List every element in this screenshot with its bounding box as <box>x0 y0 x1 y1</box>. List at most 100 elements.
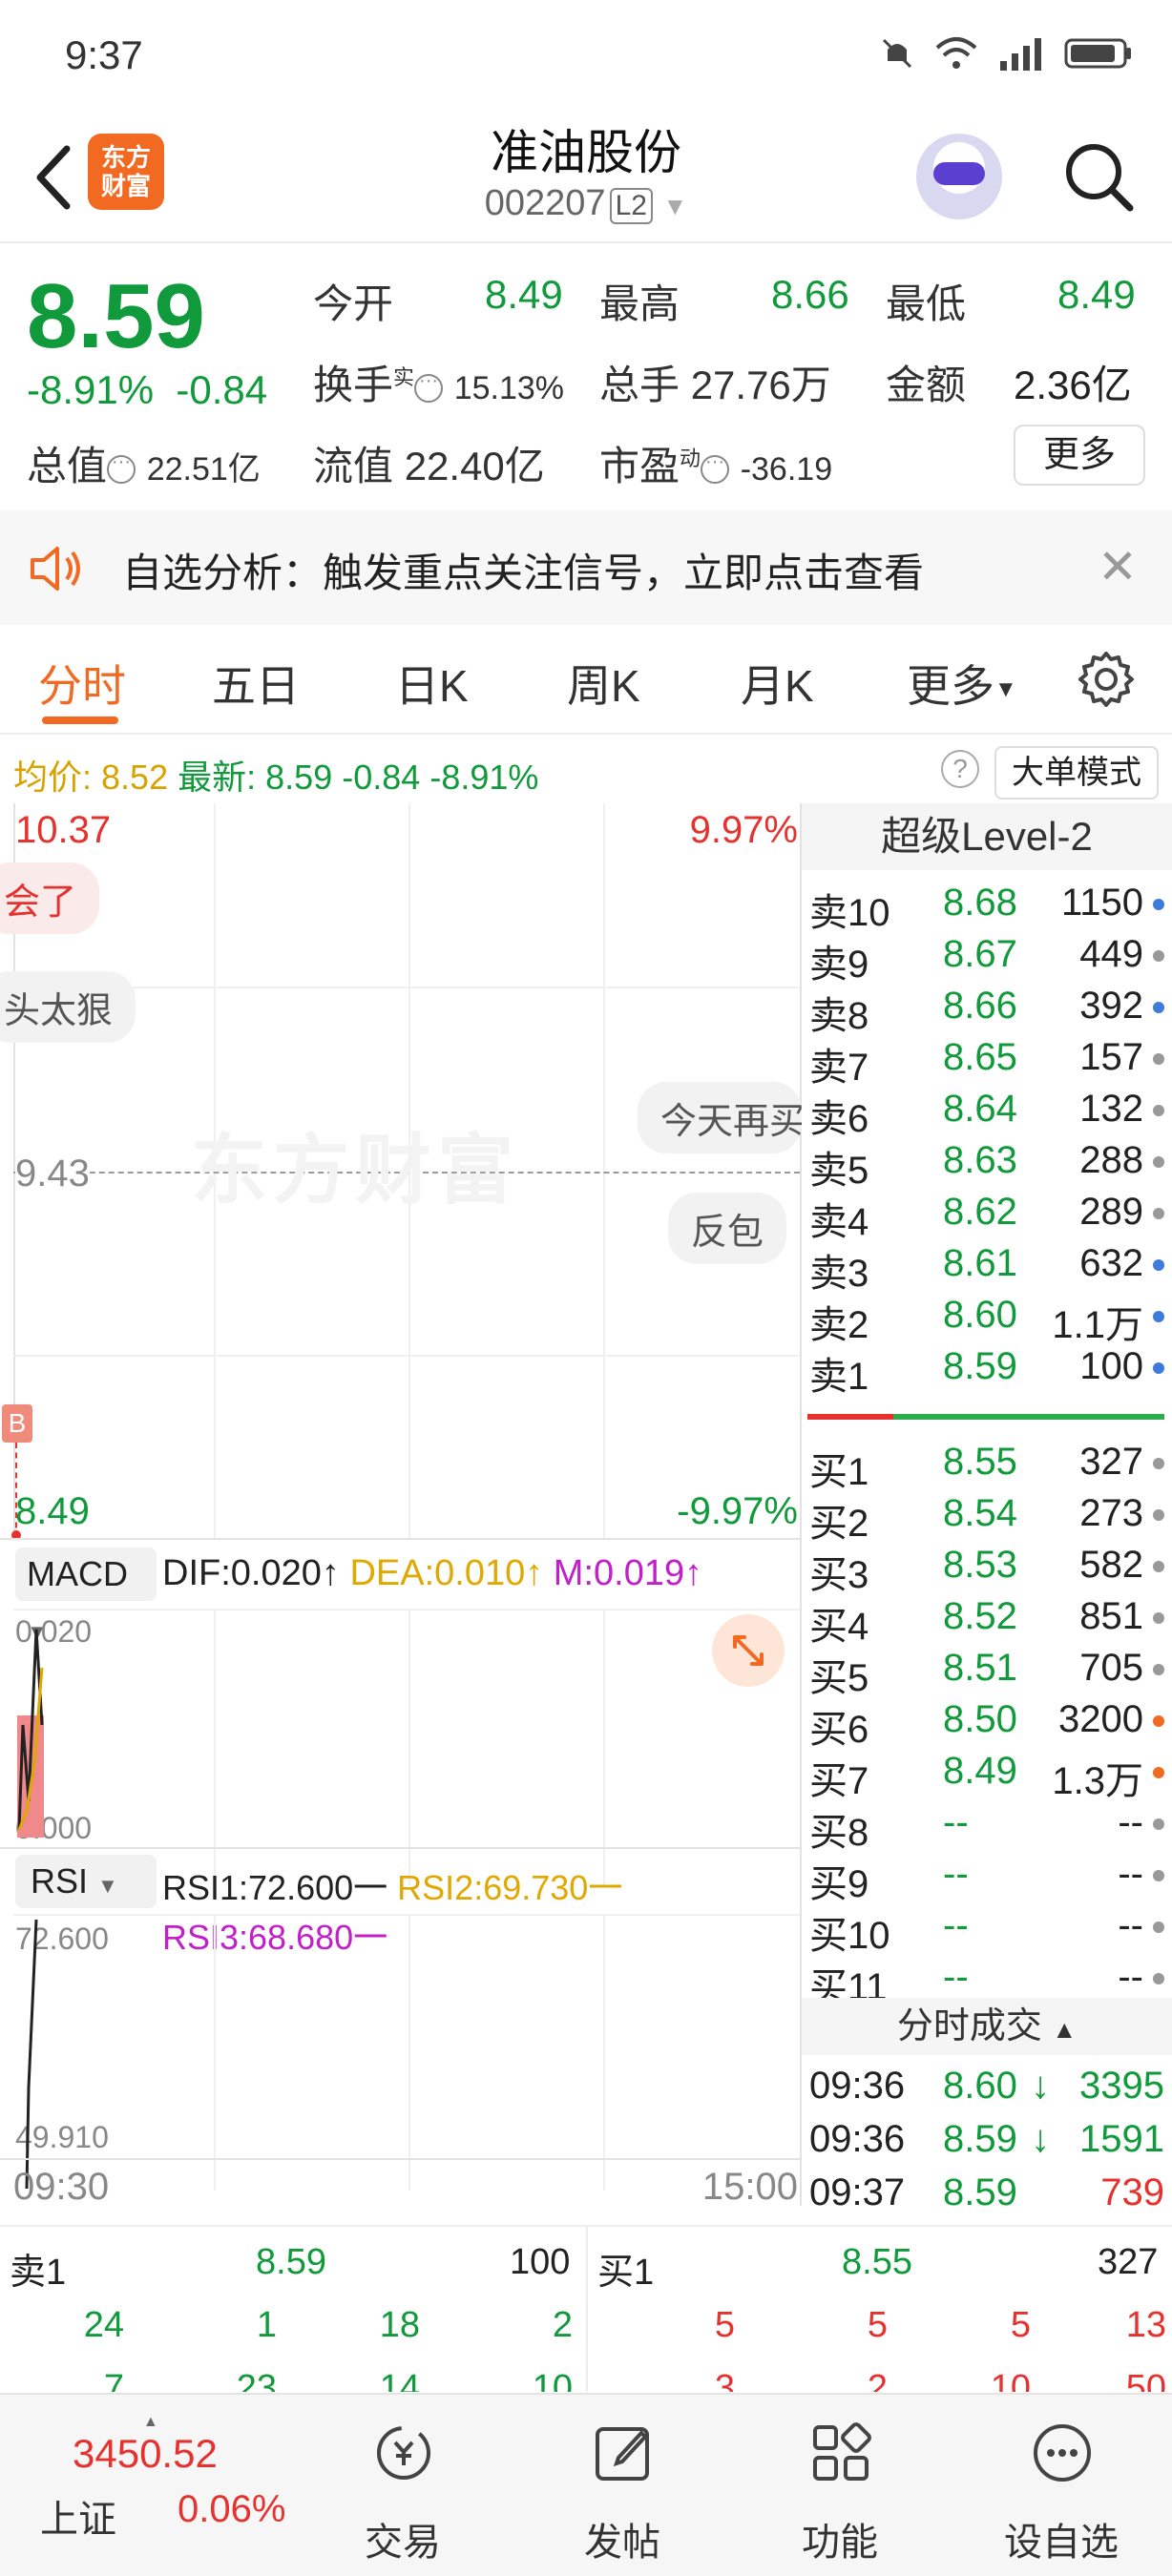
order-dot-icon <box>1153 1818 1164 1830</box>
level-price: 8.68 <box>943 882 1017 924</box>
bid-row[interactable]: 买6 8.50 3200 <box>809 1698 1164 1751</box>
level-price: -- <box>943 1801 969 1843</box>
turnover-item: 换手实 15.13% <box>313 353 564 411</box>
quote-panel: 8.59 -8.91% -0.84 总值 22.51亿 今开 8.49 最高 8… <box>0 243 1172 510</box>
depth-order-count: 10 <box>990 2368 1031 2392</box>
level-volume: 1.3万 <box>1052 1760 1143 1802</box>
dropdown-triangle-icon: ▼ <box>994 675 1017 702</box>
depth-order-count: 23 <box>236 2368 277 2392</box>
tab-five-day[interactable]: 五日 <box>212 652 300 715</box>
more-button[interactable]: 更多 <box>1014 425 1145 486</box>
ask-row[interactable]: 卖4 8.62 289 <box>809 1191 1164 1243</box>
status-time: 9:37 <box>65 32 143 77</box>
bid-row[interactable]: 买9 -- -- <box>809 1853 1164 1905</box>
y-axis-mid: 9.43 <box>15 1153 90 1195</box>
y-axis-top: 10.37 <box>15 809 112 851</box>
comment-bubble[interactable]: 反包 <box>668 1193 787 1264</box>
close-icon[interactable]: ✕ <box>1098 539 1138 594</box>
tab-daily-k[interactable]: 日K <box>395 652 469 715</box>
gear-icon[interactable] <box>1077 650 1136 709</box>
trade-row: 09:37 8.59 739 <box>809 2171 1164 2223</box>
depth-order-count: 18 <box>379 2305 420 2345</box>
comment-bubble[interactable]: 会了 <box>0 862 100 934</box>
big-order-mode-button[interactable]: 大单模式 <box>994 746 1159 800</box>
ask-row[interactable]: 卖5 8.63 288 <box>809 1139 1164 1192</box>
level-price: 8.65 <box>943 1036 1017 1078</box>
tab-weekly-k[interactable]: 周K <box>567 652 640 715</box>
analysis-banner[interactable]: 自选分析：触发重点关注信号，立即点击查看 ✕ <box>0 510 1172 625</box>
info-dots-icon[interactable] <box>107 451 136 484</box>
dropdown-triangle-icon: ▼ <box>97 1874 118 1898</box>
bid-row[interactable]: 买2 8.54 273 <box>809 1492 1164 1545</box>
rsi2-value: RSI2:69.730一 <box>397 1868 623 1907</box>
ask-row[interactable]: 卖3 8.61 632 <box>809 1242 1164 1295</box>
search-icon[interactable] <box>1059 137 1136 214</box>
bid-row[interactable]: 买3 8.53 582 <box>809 1544 1164 1596</box>
info-dots-icon[interactable] <box>414 370 444 403</box>
bid-row[interactable]: 买1 8.55 327 <box>809 1441 1164 1493</box>
rsi3-value: RSI3:68.680一 <box>162 1918 388 1957</box>
triangle-up-icon: ▲ <box>1052 2015 1078 2044</box>
low-label: 最低 <box>886 281 967 326</box>
level-price: 8.61 <box>943 1242 1017 1284</box>
amount-value: 2.36亿 <box>1014 363 1132 407</box>
depth-order-count: 2 <box>867 2368 888 2392</box>
level-name: 买9 <box>809 1863 869 1905</box>
open-value: 8.49 <box>485 272 563 317</box>
grid-apps-icon <box>813 2422 871 2481</box>
nav-functions[interactable]: 功能 <box>744 2395 935 2576</box>
nav-trade[interactable]: 交易 <box>307 2395 498 2576</box>
level2-title[interactable]: 超级Level-2 <box>802 803 1172 870</box>
index-ticker[interactable]: ▲ 3450.52 上证 0.06% <box>0 2395 305 2576</box>
depth-buy-price: 8.55 <box>842 2242 912 2282</box>
bid-row[interactable]: 买8 -- -- <box>809 1801 1164 1854</box>
ask-row[interactable]: 卖1 8.59 100 <box>809 1345 1164 1398</box>
nav-post[interactable]: 发帖 <box>527 2395 718 2576</box>
order-dot-icon <box>1153 1664 1164 1675</box>
level-name: 买4 <box>809 1606 869 1648</box>
high-value: 8.66 <box>771 272 849 317</box>
tab-intraday[interactable]: 分时 <box>38 652 126 715</box>
nav-add-watchlist[interactable]: 设自选 <box>966 2395 1157 2576</box>
comment-bubble[interactable]: 头太狠 <box>0 971 136 1043</box>
depth-order-count: 10 <box>532 2368 573 2392</box>
open-label: 今开 <box>313 281 394 326</box>
help-icon[interactable]: ? <box>941 750 979 788</box>
level-price: 8.53 <box>943 1544 1017 1586</box>
ask-row[interactable]: 卖7 8.65 157 <box>809 1036 1164 1089</box>
expand-icon[interactable] <box>712 1614 785 1687</box>
bid-row[interactable]: 买4 8.52 851 <box>809 1595 1164 1648</box>
tab-more[interactable]: 更多▼ <box>907 652 1017 715</box>
level-volume: 273 <box>1079 1492 1143 1534</box>
trade-volume: 3395 <box>1079 2065 1164 2107</box>
latest-label: 最新: <box>178 758 257 797</box>
bid-row[interactable]: 买5 8.51 705 <box>809 1647 1164 1699</box>
ask-row[interactable]: 卖6 8.64 132 <box>809 1088 1164 1140</box>
macd-selector[interactable]: MACD ▼ <box>15 1548 157 1644</box>
buy-marker[interactable]: B <box>2 1404 32 1443</box>
robot-assistant-avatar[interactable] <box>916 134 1002 219</box>
ask-row[interactable]: 卖8 8.66 392 <box>809 985 1164 1037</box>
intraday-chart[interactable]: 东方财富 10.37 9.97% 9.43 8.49 -9.97% 会了 头太狠… <box>0 803 802 2225</box>
ask-row[interactable]: 卖10 8.68 1150 <box>809 882 1164 934</box>
depth-order-count: 5 <box>867 2305 888 2345</box>
ask-row[interactable]: 卖2 8.60 1.1万 <box>809 1294 1164 1346</box>
rsi-selector[interactable]: RSI ▼ <box>15 1855 157 1908</box>
order-dot-icon <box>1153 1053 1164 1065</box>
order-dot-icon <box>1153 1767 1164 1778</box>
comment-bubble[interactable]: 今天再买 <box>638 1082 802 1153</box>
level-price: 8.50 <box>943 1698 1017 1740</box>
level-price: 8.54 <box>943 1492 1017 1534</box>
level-name: 卖7 <box>809 1047 869 1089</box>
status-bar: 9:37 <box>0 0 1172 105</box>
bid-row[interactable]: 买7 8.49 1.3万 <box>809 1750 1164 1802</box>
tab-monthly-k[interactable]: 月K <box>741 652 814 715</box>
level-volume: 157 <box>1079 1036 1143 1078</box>
info-dots-icon[interactable] <box>701 451 730 484</box>
bid-row[interactable]: 买10 -- -- <box>809 1904 1164 1957</box>
level-volume: 289 <box>1079 1191 1143 1233</box>
trades-title[interactable]: 分时成交 ▲ <box>802 1998 1172 2055</box>
level-price: 8.63 <box>943 1139 1017 1181</box>
level-volume: 100 <box>1079 1345 1143 1387</box>
ask-row[interactable]: 卖9 8.67 449 <box>809 933 1164 986</box>
